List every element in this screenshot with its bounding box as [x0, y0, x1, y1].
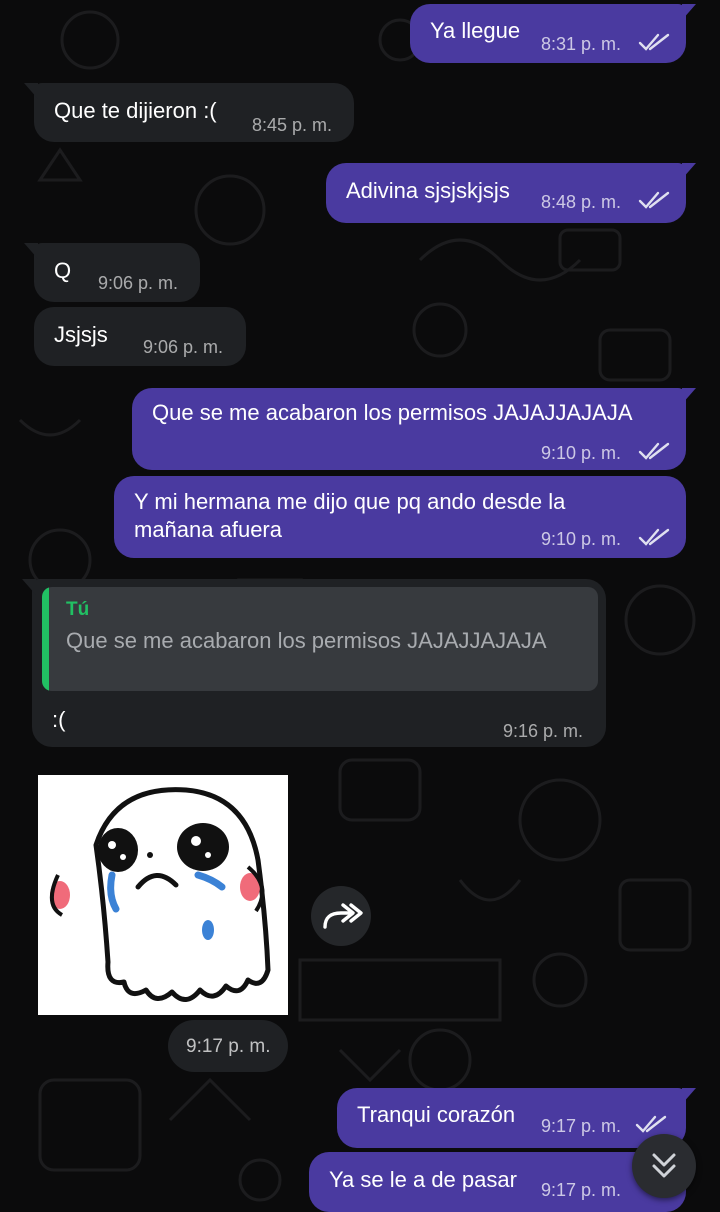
message-time: 9:06 p. m.: [143, 337, 224, 357]
outgoing-message[interactable]: Adivina sjsjskjsjs 8:48 p. m.: [326, 163, 696, 223]
double-check-icon: [638, 191, 670, 209]
outgoing-message[interactable]: Que se me acabaron los permisos JAJAJJAJ…: [132, 388, 696, 470]
message-time: 8:31 p. m.: [541, 34, 622, 54]
message-time: 9:17 p. m.: [186, 1036, 271, 1057]
incoming-message[interactable]: Jsjsjs 9:06 p. m.: [34, 307, 246, 366]
scroll-to-bottom-button[interactable]: [632, 1134, 696, 1198]
double-chevron-down-icon: [652, 1153, 676, 1178]
message-text: Adivina sjsjskjsjs: [346, 178, 510, 203]
message-text-line1: Y mi hermana me dijo que pq ando desde l…: [134, 489, 566, 514]
double-check-icon: [638, 442, 670, 460]
outgoing-message[interactable]: Y mi hermana me dijo que pq ando desde l…: [114, 476, 686, 558]
incoming-reply-message[interactable]: Tú Que se me acabaron los permisos JAJAJ…: [22, 579, 606, 747]
forward-button[interactable]: [311, 886, 371, 946]
double-check-icon: [638, 528, 670, 546]
incoming-message[interactable]: Q 9:06 p. m.: [24, 243, 200, 302]
double-check-icon: [635, 1115, 667, 1133]
quote-accent-bar: [42, 587, 49, 691]
message-time: 9:06 p. m.: [98, 273, 179, 293]
forward-icon: [323, 903, 363, 929]
message-text: Tranqui corazón: [357, 1102, 516, 1127]
outgoing-message[interactable]: Tranqui corazón 9:17 p. m.: [337, 1088, 696, 1148]
quote-author: Tú: [66, 599, 90, 620]
message-text: Jsjsjs: [54, 322, 108, 347]
message-text: Que te dijieron :(: [54, 98, 217, 123]
crying-ghost-icon: [50, 787, 271, 1002]
outgoing-message[interactable]: Ya llegue 8:31 p. m.: [410, 4, 696, 63]
message-time: 9:16 p. m.: [503, 721, 584, 741]
quoted-message[interactable]: Tú Que se me acabaron los permisos JAJAJ…: [42, 587, 598, 691]
message-text: Q: [54, 258, 72, 283]
message-text: Que se me acabaron los permisos JAJAJJAJ…: [152, 400, 633, 425]
message-time: 8:45 p. m.: [252, 115, 333, 135]
quote-text: Que se me acabaron los permisos JAJAJJAJ…: [66, 628, 547, 653]
message-time: 8:48 p. m.: [541, 192, 622, 212]
message-text: Ya llegue: [430, 18, 521, 43]
crying-ghost-sticker[interactable]: [38, 775, 288, 1015]
incoming-message[interactable]: Que te dijieron :( 8:45 p. m.: [24, 83, 354, 142]
outgoing-message[interactable]: Ya se le a de pasar 9:17 p. m.: [309, 1152, 686, 1212]
message-text: :(: [52, 707, 66, 732]
message-time: 9:17 p. m.: [541, 1180, 622, 1200]
sticker-time: 9:17 p. m.: [168, 1020, 288, 1072]
message-text-line2: mañana afuera: [134, 517, 282, 542]
double-check-icon: [638, 33, 670, 51]
message-text: Ya se le a de pasar: [329, 1167, 517, 1192]
message-time: 9:10 p. m.: [541, 529, 622, 549]
message-time: 9:17 p. m.: [541, 1116, 622, 1136]
message-time: 9:10 p. m.: [541, 443, 622, 463]
